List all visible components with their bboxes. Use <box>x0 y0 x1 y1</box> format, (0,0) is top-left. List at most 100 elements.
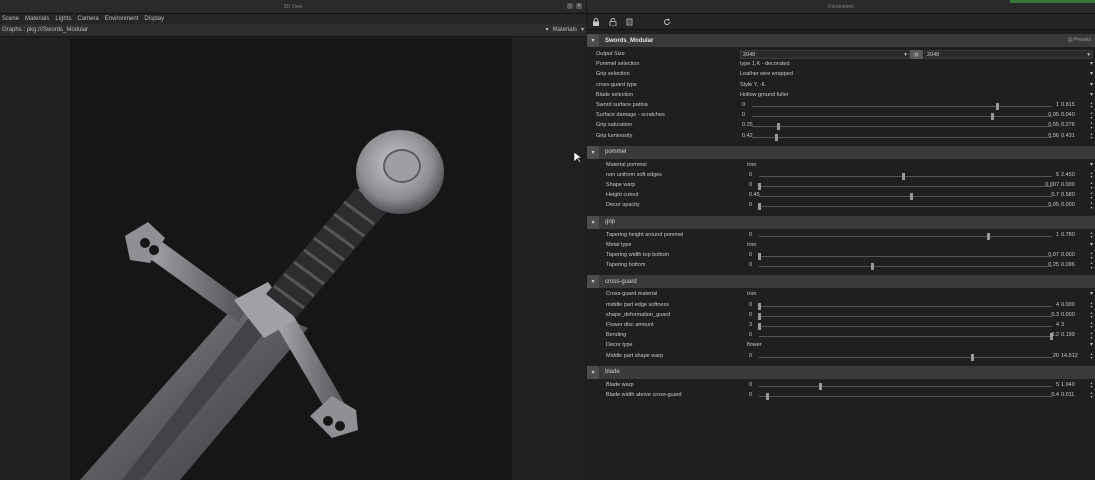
slider-track[interactable] <box>759 382 1052 390</box>
menu-lights[interactable]: Lights <box>55 16 71 22</box>
slider-track[interactable] <box>752 113 1052 121</box>
slider-track[interactable] <box>752 123 1052 131</box>
slider-handle[interactable] <box>970 353 974 361</box>
spinner-icon[interactable]: ▴ ▾ <box>1089 320 1094 330</box>
spinner-icon[interactable]: ▴ ▾ <box>1089 110 1094 120</box>
spinner-icon[interactable]: ▴ ▾ <box>1089 121 1094 130</box>
slider-track[interactable] <box>759 333 1053 341</box>
value-field[interactable]: 0.580 <box>1061 192 1087 198</box>
chevron-down-icon[interactable]: ▾ <box>1090 341 1093 348</box>
spinner-icon[interactable]: ▴ ▾ <box>1089 250 1094 260</box>
value-field[interactable]: 0.815 <box>1061 102 1087 108</box>
value-field[interactable]: 0.000 <box>1061 182 1087 188</box>
chevron-down-icon[interactable]: ▾ <box>1090 91 1093 98</box>
slider-track[interactable] <box>758 253 1052 260</box>
slider-handle[interactable] <box>758 253 761 260</box>
section-blade[interactable]: ▾ blade <box>587 365 1095 379</box>
chevron-down-icon[interactable]: ▾ <box>1090 60 1093 67</box>
slider-track[interactable] <box>759 263 1052 271</box>
param-dropdown[interactable]: Iron <box>747 291 756 297</box>
spinner-icon[interactable]: ▴ ▾ <box>1089 180 1094 190</box>
slider-track[interactable] <box>759 193 1052 201</box>
output-size-width[interactable]: 2048 ▾ <box>740 50 910 59</box>
slider-track[interactable] <box>758 302 1052 310</box>
chevron-down-icon[interactable]: ▾ <box>1090 290 1093 297</box>
value-field[interactable]: 0.780 <box>1061 232 1087 238</box>
slider-handle[interactable] <box>758 312 761 320</box>
section-cross-guard[interactable]: ▾ cross-guard <box>587 275 1095 289</box>
value-field[interactable]: 0.276 <box>1061 122 1087 128</box>
slider-track[interactable] <box>752 133 1052 141</box>
slider-track[interactable] <box>759 353 1052 361</box>
spinner-icon[interactable]: ▴ ▾ <box>1089 100 1094 110</box>
value-field[interactable]: 14.512 <box>1061 353 1087 359</box>
slider-track[interactable] <box>752 102 1052 110</box>
spinner-icon[interactable]: ▴ ▾ <box>1089 230 1094 240</box>
spinner-icon[interactable]: ▴ ▾ <box>1089 131 1094 141</box>
spinner-icon[interactable]: ▴ ▾ <box>1089 300 1094 310</box>
slider-handle[interactable] <box>910 193 914 201</box>
value-field[interactable]: 1.040 <box>1061 382 1087 388</box>
value-field[interactable]: 0.000 <box>1061 252 1087 258</box>
slider-track[interactable] <box>758 203 1052 211</box>
slider-track[interactable] <box>758 312 1052 320</box>
unlock-icon[interactable] <box>609 17 617 26</box>
collapse-toggle-icon[interactable]: ▾ <box>587 365 599 379</box>
param-dropdown[interactable]: Style Y, -II. <box>740 82 766 88</box>
slider-track[interactable] <box>759 172 1052 180</box>
param-dropdown[interactable]: flower <box>747 342 762 348</box>
copy-icon[interactable] <box>626 18 634 26</box>
chevron-down-icon[interactable]: ▾ <box>1090 241 1093 248</box>
slider-handle[interactable] <box>986 232 990 240</box>
value-field[interactable]: 0.000 <box>1061 202 1087 208</box>
slider-handle[interactable] <box>870 263 874 271</box>
param-dropdown[interactable]: Hollow ground fuller <box>740 92 789 98</box>
value-field[interactable]: 3 <box>1061 322 1087 328</box>
slider-handle[interactable] <box>758 322 761 330</box>
slider-handle[interactable] <box>818 382 822 390</box>
slider-handle[interactable] <box>758 203 761 211</box>
spinner-icon[interactable]: ▴ ▾ <box>1089 260 1094 270</box>
menu-camera[interactable]: Camera <box>77 16 98 22</box>
spinner-icon[interactable]: ▴ ▾ <box>1089 380 1094 390</box>
collapse-toggle-icon[interactable]: ▾ <box>587 275 599 289</box>
close-icon[interactable]: × <box>576 3 582 9</box>
spinner-icon[interactable]: ▴ ▾ <box>1089 310 1094 320</box>
chevron-down-icon[interactable]: ▾ <box>546 26 549 33</box>
collapse-toggle-icon[interactable]: ▾ <box>587 215 599 229</box>
value-field[interactable]: 2.450 <box>1061 172 1087 178</box>
menu-display[interactable]: Display <box>144 16 164 22</box>
slider-handle[interactable] <box>758 183 761 191</box>
output-size-height[interactable]: 2048 ▾ <box>924 50 1093 59</box>
value-field[interactable]: 0.011 <box>1061 392 1087 398</box>
presets-button[interactable]: ▤ Presets <box>1068 37 1091 43</box>
value-field[interactable]: 0.199 <box>1061 332 1087 338</box>
section-pommel[interactable]: ▾ pommel <box>587 145 1095 159</box>
float-button[interactable]: ▫ <box>567 3 573 9</box>
value-field[interactable]: 0.040 <box>1061 112 1087 118</box>
spinner-icon[interactable]: ▴ ▾ <box>1089 170 1094 180</box>
chevron-down-icon[interactable]: ▾ <box>1090 81 1093 88</box>
chevron-down-icon[interactable]: ▾ <box>1090 161 1093 168</box>
slider-track[interactable] <box>758 322 1052 330</box>
value-field[interactable]: 0.000 <box>1061 312 1087 318</box>
menu-scene[interactable]: Scene <box>2 16 19 22</box>
slider-track[interactable] <box>759 392 1052 400</box>
slider-handle[interactable] <box>758 302 761 310</box>
chevron-down-icon[interactable]: ▾ <box>581 26 584 33</box>
materials-dropdown[interactable]: Materials <box>553 27 577 33</box>
3d-viewport[interactable] <box>70 38 512 480</box>
collapse-toggle-icon[interactable]: ▾ <box>587 34 599 47</box>
value-field[interactable]: 0.096 <box>1061 262 1087 268</box>
spinner-icon[interactable]: ▴ ▾ <box>1089 201 1094 210</box>
slider-handle[interactable] <box>901 172 905 180</box>
graph-path[interactable]: Graphs : pkg:///Swords_Modular <box>2 27 88 33</box>
slider-handle[interactable] <box>777 123 781 131</box>
value-field[interactable]: 0.000 <box>1061 302 1087 308</box>
slider-handle[interactable] <box>774 133 778 141</box>
param-dropdown[interactable]: Iron <box>747 162 756 168</box>
param-dropdown[interactable]: Leather wire wrapped <box>740 71 793 77</box>
param-dropdown[interactable]: type 1,K - decorated <box>740 61 790 67</box>
slider-handle[interactable] <box>991 113 994 121</box>
slider-handle[interactable] <box>995 102 999 110</box>
